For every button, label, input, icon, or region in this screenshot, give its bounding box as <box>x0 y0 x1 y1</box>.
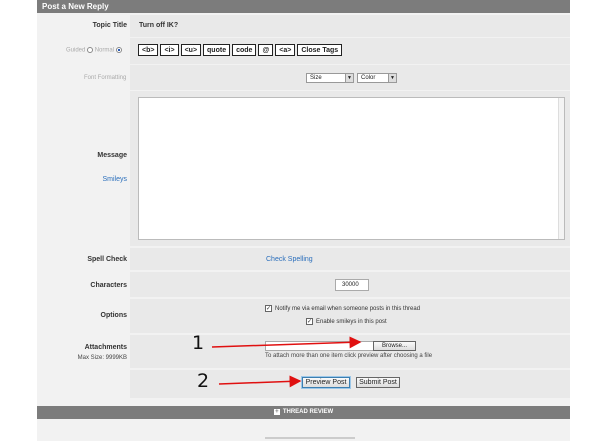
arrow-to-preview <box>218 375 302 388</box>
arrow-to-browse <box>211 336 362 349</box>
annotation-arrows <box>211 336 362 388</box>
reply-page: Post a New Reply Topic Title Turn off IK… <box>0 0 600 441</box>
